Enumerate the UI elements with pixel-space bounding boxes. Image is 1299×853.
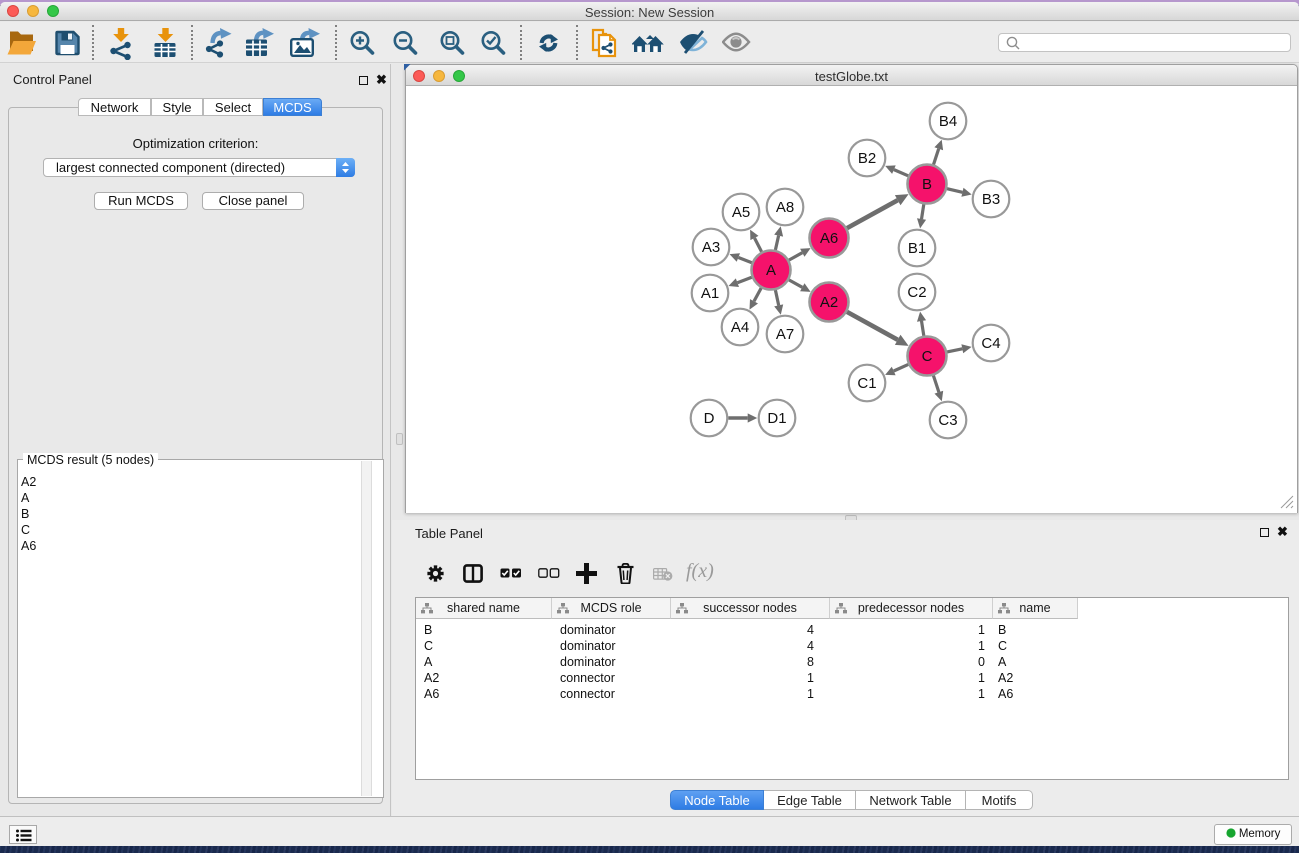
svg-text:B: B	[922, 176, 932, 193]
svg-text:D: D	[704, 410, 715, 427]
svg-text:B2: B2	[858, 150, 876, 167]
svg-text:A8: A8	[776, 199, 794, 216]
svg-text:A2: A2	[820, 294, 838, 311]
svg-text:A7: A7	[776, 326, 794, 343]
svg-text:A5: A5	[732, 204, 750, 221]
svg-text:C2: C2	[907, 284, 926, 301]
svg-text:C1: C1	[857, 375, 876, 392]
svg-text:A6: A6	[820, 230, 838, 247]
svg-text:A3: A3	[702, 239, 720, 256]
svg-text:C: C	[922, 348, 933, 365]
svg-text:A: A	[766, 262, 776, 279]
svg-text:B1: B1	[908, 240, 926, 257]
svg-text:B3: B3	[982, 191, 1000, 208]
svg-text:A4: A4	[731, 319, 749, 336]
svg-text:B4: B4	[939, 113, 957, 130]
svg-text:A1: A1	[701, 285, 719, 302]
svg-text:C3: C3	[938, 412, 957, 429]
svg-text:D1: D1	[767, 410, 786, 427]
svg-text:C4: C4	[981, 335, 1000, 352]
